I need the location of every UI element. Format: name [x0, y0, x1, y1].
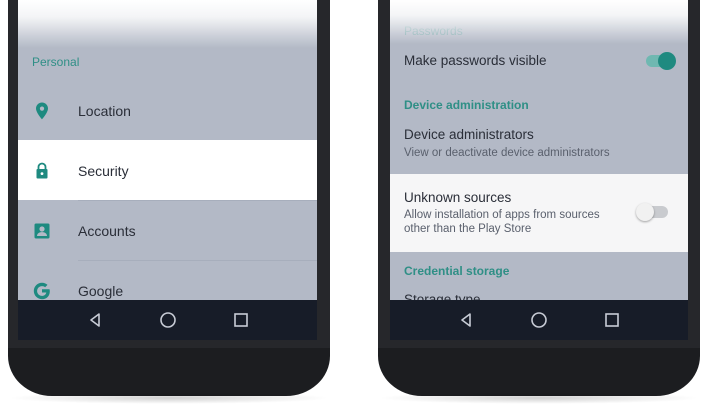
device-administrators-subtitle: View or deactivate device administrators [404, 147, 610, 159]
recents-icon[interactable] [592, 300, 632, 340]
unknown-sources-row[interactable]: Unknown sources Allow installation of ap… [390, 174, 688, 252]
navigation-bar [18, 300, 317, 340]
toggle-knob [636, 203, 654, 221]
settings-screen: Personal Location Security Accounts Goog… [18, 0, 317, 300]
settings-item-label: Google [78, 283, 124, 299]
unknown-sources-title: Unknown sources [404, 190, 512, 205]
lock-icon [32, 161, 52, 181]
unknown-sources-toggle[interactable] [636, 203, 668, 221]
location-pin-icon [32, 101, 52, 121]
phone-chin [8, 348, 330, 396]
toggle-knob [658, 52, 676, 70]
top-fade-overlay [18, 0, 317, 48]
phone-chin [378, 348, 700, 396]
make-passwords-visible-row[interactable]: Make passwords visible [390, 44, 688, 78]
section-header-device-administration: Device administration [404, 98, 529, 112]
back-icon[interactable] [75, 300, 115, 340]
make-passwords-visible-toggle[interactable] [646, 52, 676, 70]
security-settings-screen: Passwords Make passwords visible Device … [390, 0, 688, 300]
section-header-credential-storage: Credential storage [404, 264, 510, 278]
left-phone: Personal Location Security Accounts Goog… [0, 0, 340, 406]
settings-item-label: Accounts [78, 223, 136, 239]
account-box-icon [32, 221, 52, 241]
section-header-passwords: Passwords [404, 24, 463, 38]
phone-shadow [8, 392, 330, 404]
home-icon[interactable] [519, 300, 559, 340]
unknown-sources-subtitle-line1: Allow installation of apps from sources [404, 209, 600, 221]
settings-item-location[interactable]: Location [18, 80, 317, 140]
storage-type-label: Storage type [404, 292, 481, 300]
settings-item-label: Security [78, 163, 129, 179]
settings-item-security[interactable]: Security [18, 140, 317, 200]
device-administrators-row[interactable]: Device administrators View or deactivate… [390, 118, 688, 172]
section-header-personal: Personal [32, 55, 80, 69]
unknown-sources-subtitle-line2: other than the Play Store [404, 223, 532, 235]
google-g-icon [31, 280, 53, 300]
phone-shadow [378, 392, 700, 404]
navigation-bar [390, 300, 688, 340]
recents-icon[interactable] [221, 300, 261, 340]
settings-item-google[interactable]: Google [18, 260, 317, 300]
home-icon[interactable] [148, 300, 188, 340]
back-icon[interactable] [446, 300, 486, 340]
settings-item-accounts[interactable]: Accounts [18, 200, 317, 260]
make-passwords-visible-label: Make passwords visible [404, 53, 547, 68]
settings-item-label: Location [78, 103, 131, 119]
device-administrators-title: Device administrators [404, 127, 534, 142]
